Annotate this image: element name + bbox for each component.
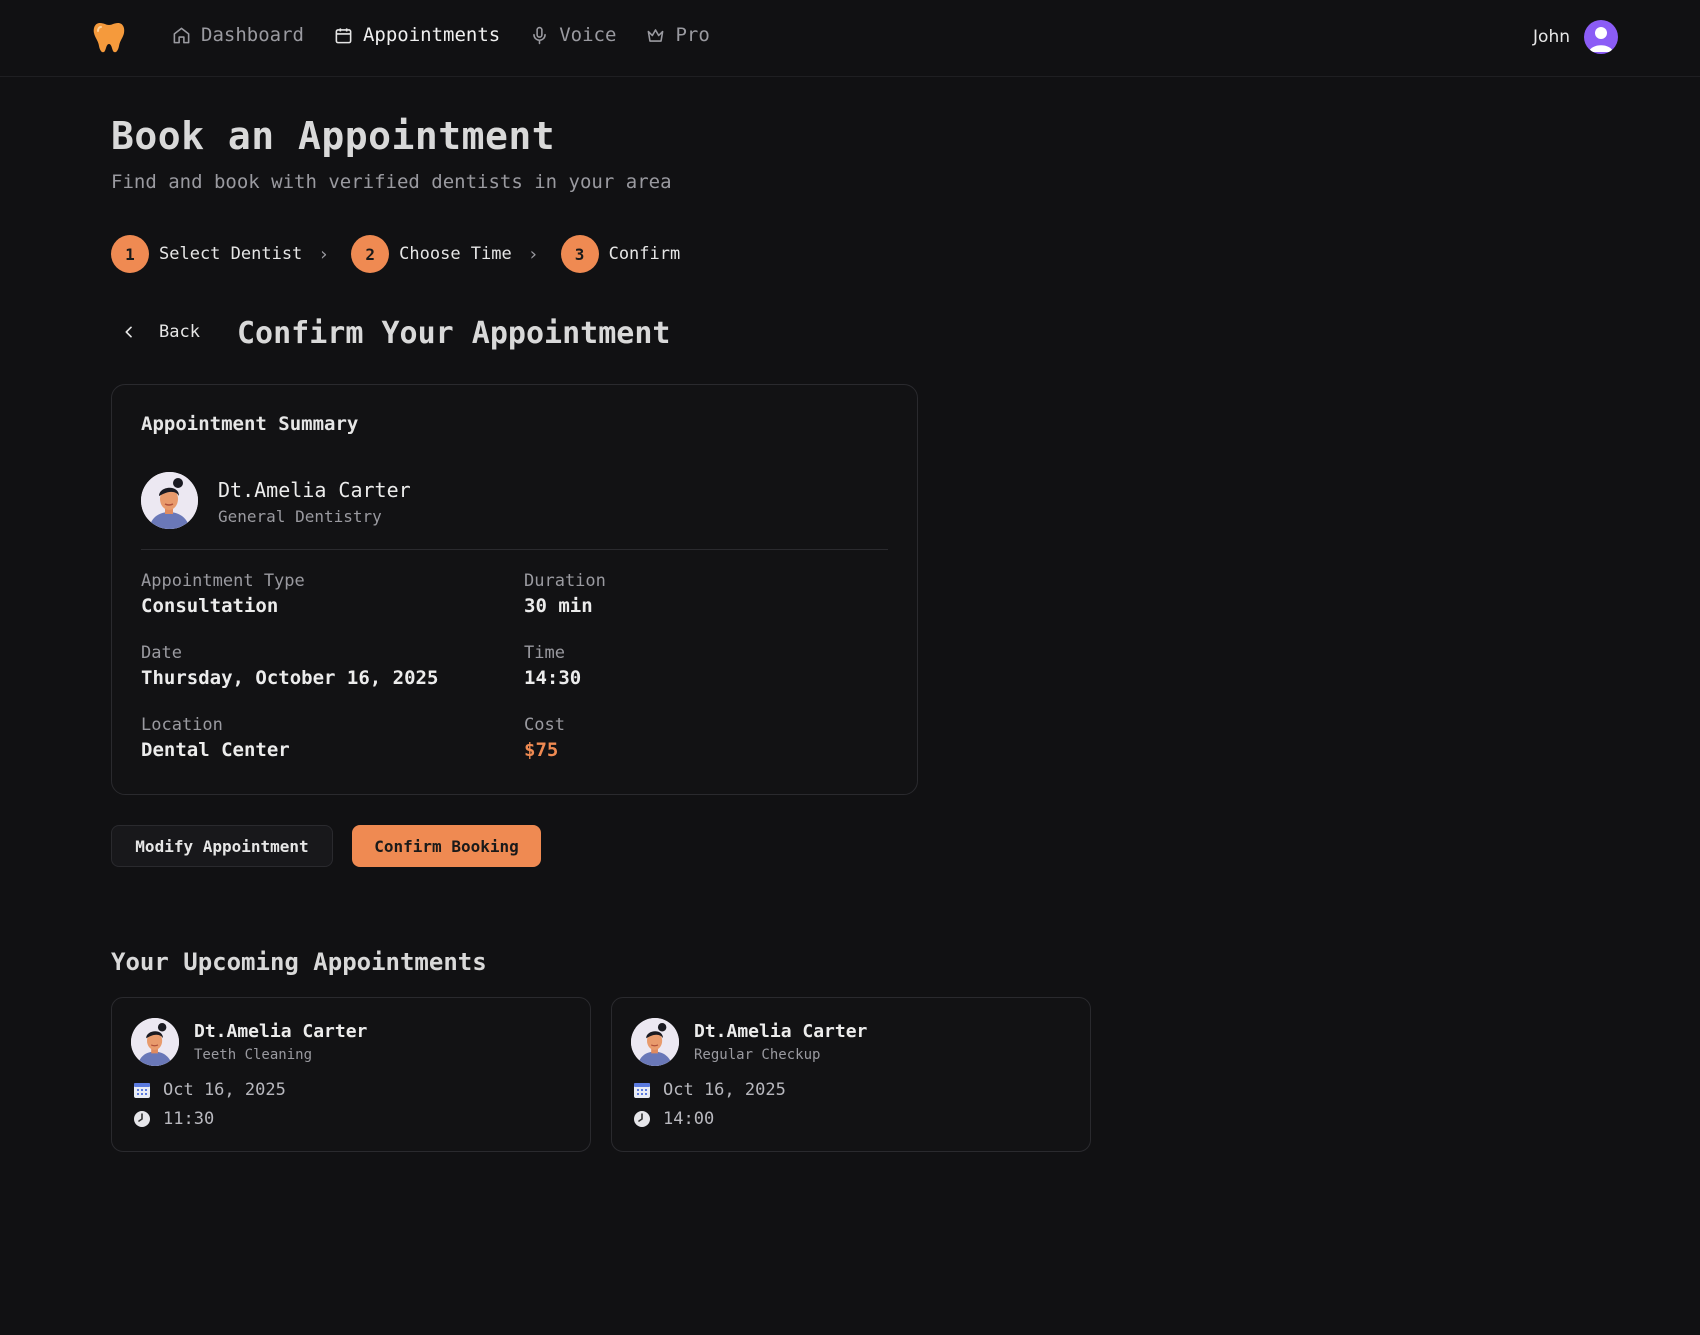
calendar-icon <box>335 27 352 43</box>
appointment-date-row: Oct 16, 2025 <box>633 1080 786 1100</box>
field-label: Time <box>524 643 565 663</box>
field-date: Date Thursday, October 16, 2025 <box>141 643 438 689</box>
booking-stepper: 1 Select Dentist › 2 Choose Time › 3 Con… <box>111 235 680 273</box>
nav-dashboard[interactable]: Dashboard <box>172 24 304 46</box>
confirm-booking-button[interactable]: Confirm Booking <box>352 825 541 867</box>
back-button[interactable]: Back <box>121 322 200 342</box>
field-appointment-type: Appointment Type Consultation <box>141 571 305 617</box>
divider <box>141 549 888 550</box>
step-label: Select Dentist <box>159 244 303 264</box>
upcoming-appointment-card[interactable]: Dt.Amelia Carter Teeth Cleaning Oct 16, … <box>111 997 591 1152</box>
field-label: Cost <box>524 715 565 735</box>
nav-appointments[interactable]: Appointments <box>334 24 500 46</box>
appointment-time-row: 11:30 <box>133 1109 214 1129</box>
doctor-portrait-icon <box>141 472 198 529</box>
doctor-portrait-icon <box>131 1018 179 1066</box>
appointment-doctor: Dt.Amelia Carter <box>194 1021 368 1042</box>
user-icon <box>1589 27 1613 52</box>
top-nav: Dashboard Appointments Voice Pro John <box>0 0 1700 77</box>
page-title: Book an Appointment <box>111 114 556 158</box>
user-name: John <box>1533 27 1570 47</box>
field-value: Dental Center <box>141 739 290 761</box>
chevron-right-icon: › <box>318 243 330 265</box>
appointment-time-row: 14:00 <box>633 1109 714 1129</box>
appointment-date-row: Oct 16, 2025 <box>133 1080 286 1100</box>
upcoming-title: Your Upcoming Appointments <box>111 948 487 976</box>
nav-voice-label: Voice <box>559 24 617 46</box>
field-value: $75 <box>524 739 559 761</box>
step-number: 3 <box>560 235 599 273</box>
field-time: Time 14:30 <box>524 643 581 689</box>
step-choose-time[interactable]: 2 Choose Time <box>351 235 512 273</box>
field-value: 30 min <box>524 595 593 617</box>
step-select-dentist[interactable]: 1 Select Dentist <box>111 235 302 273</box>
field-value: 14:30 <box>524 667 582 689</box>
appointment-time: 14:00 <box>663 1109 715 1129</box>
chevron-left-icon <box>125 326 132 338</box>
appointment-doctor: Dt.Amelia Carter <box>694 1021 868 1042</box>
doctor-portrait-icon <box>631 1018 679 1066</box>
doctor-avatar <box>631 1018 679 1066</box>
doctor-avatar <box>141 472 198 529</box>
appointment-type: Regular Checkup <box>694 1047 821 1063</box>
home-icon <box>173 27 190 43</box>
appointment-date: Oct 16, 2025 <box>163 1080 286 1100</box>
summary-title: Appointment Summary <box>141 413 359 435</box>
chevron-right-icon: › <box>527 243 539 265</box>
confirm-title: Confirm Your Appointment <box>237 316 671 351</box>
nav-appointments-label: Appointments <box>362 24 501 46</box>
clock-icon <box>134 1111 150 1127</box>
calendar-icon <box>134 1083 150 1098</box>
doctor-avatar <box>131 1018 179 1066</box>
appointment-type: Teeth Cleaning <box>194 1047 313 1063</box>
step-label: Confirm <box>608 244 681 264</box>
field-label: Date <box>141 643 182 663</box>
upcoming-appointment-card[interactable]: Dt.Amelia Carter Regular Checkup Oct 16,… <box>611 997 1091 1152</box>
field-label: Appointment Type <box>141 571 305 591</box>
nav-voice[interactable]: Voice <box>530 24 616 46</box>
page-subtitle: Find and book with verified dentists in … <box>111 171 672 193</box>
back-label: Back <box>159 322 200 342</box>
step-label: Choose Time <box>399 244 512 264</box>
step-number: 2 <box>351 235 390 273</box>
appointment-time: 11:30 <box>163 1109 215 1129</box>
step-confirm[interactable]: 3 Confirm <box>560 235 681 273</box>
microphone-icon <box>533 26 547 44</box>
nav-pro[interactable]: Pro <box>646 24 710 46</box>
field-location: Location Dental Center <box>141 715 290 761</box>
field-duration: Duration 30 min <box>524 571 606 617</box>
tooth-logo-icon[interactable] <box>92 20 126 54</box>
nav-pro-label: Pro <box>675 24 710 46</box>
field-label: Location <box>141 715 223 735</box>
field-value: Consultation <box>141 595 279 617</box>
doctor-specialty: General Dentistry <box>218 507 382 526</box>
modify-appointment-button[interactable]: Modify Appointment <box>111 825 333 867</box>
crown-icon <box>648 28 664 42</box>
calendar-icon <box>634 1083 650 1098</box>
field-label: Duration <box>524 571 606 591</box>
clock-icon <box>634 1111 650 1127</box>
user-menu[interactable]: John <box>1533 20 1618 54</box>
doctor-name: Dt.Amelia Carter <box>218 478 411 502</box>
field-value: Thursday, October 16, 2025 <box>141 667 439 689</box>
step-number: 1 <box>111 235 149 273</box>
user-avatar[interactable] <box>1584 20 1618 54</box>
field-cost: Cost $75 <box>524 715 565 761</box>
appointment-date: Oct 16, 2025 <box>663 1080 786 1100</box>
appointment-summary-card: Appointment Summary Dt.Amelia Carter Gen… <box>111 384 918 795</box>
nav-dashboard-label: Dashboard <box>201 24 304 46</box>
